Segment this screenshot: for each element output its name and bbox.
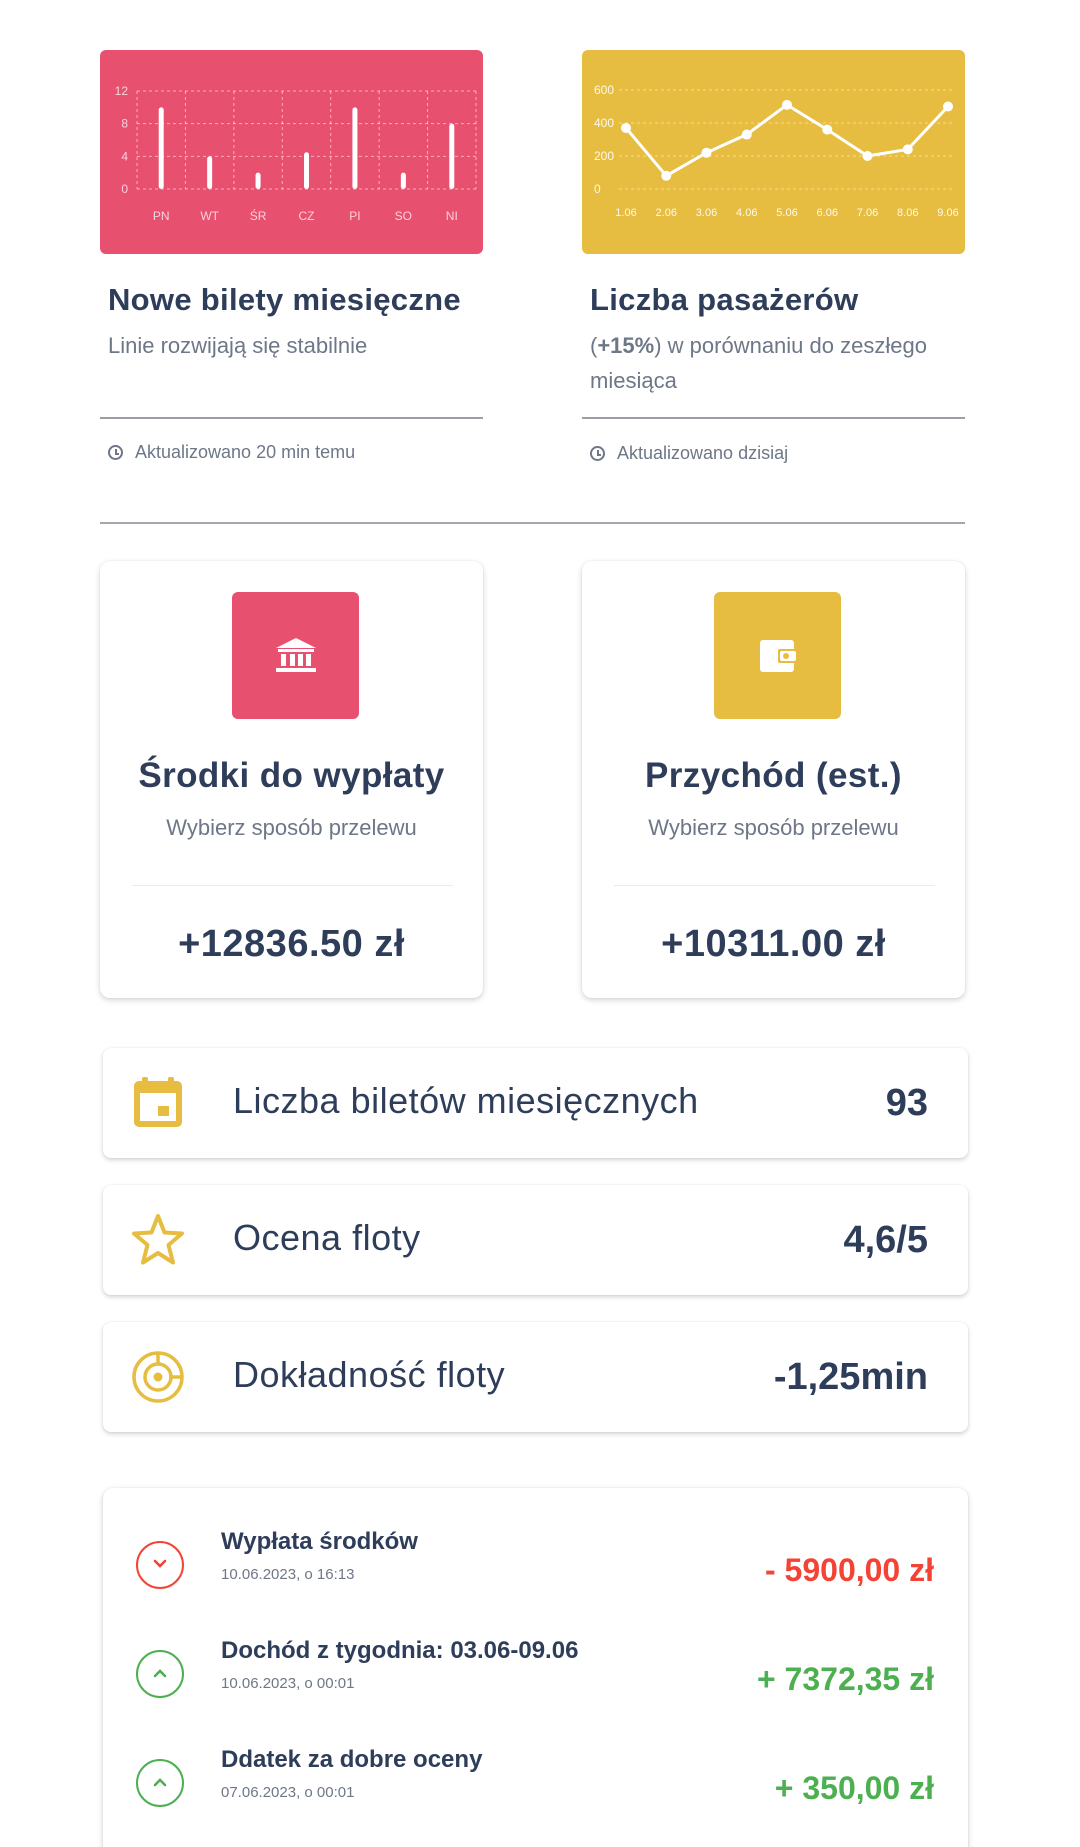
bar: [207, 156, 213, 189]
transaction-title: Dochód z tygodnia: 03.06-09.06: [221, 1637, 579, 1664]
x-tick-label: 9.06: [937, 207, 958, 219]
data-point: [943, 101, 953, 112]
x-tick-label: PN: [153, 209, 170, 223]
divider: [132, 885, 453, 886]
bar: [158, 107, 164, 189]
bar: [304, 152, 309, 189]
monthly-tickets-subtitle: Linie rozwijają się stabilnie: [108, 333, 368, 358]
passengers-updated: Aktualizowano dzisiaj: [590, 443, 788, 464]
subtitle-percent: +15%: [597, 333, 655, 358]
stat-value: +10311.00 zł: [661, 923, 886, 965]
y-tick-label: 600: [594, 83, 614, 97]
divider: [614, 885, 935, 886]
passengers-subtitle: (+15%) w porównaniu do zeszłego miesiąca: [590, 328, 980, 398]
y-tick-label: 200: [594, 149, 614, 163]
metric-label: Liczba biletów miesięcznych: [233, 1080, 699, 1121]
x-tick-label: 3.06: [696, 207, 717, 219]
metric-value: -1,25min: [773, 1356, 928, 1398]
updated-text: Aktualizowano dzisiaj: [617, 443, 789, 463]
transaction-row[interactable]: Wypłata środków 10.06.2023, o 16:13 - 59…: [103, 1528, 968, 1608]
metric-value: 4,6/5: [843, 1219, 928, 1261]
bank-icon: [232, 592, 359, 719]
section-divider: [100, 522, 965, 524]
bar: [352, 107, 358, 189]
x-tick-label: 8.06: [897, 207, 918, 219]
bar: [400, 172, 406, 189]
transaction-row[interactable]: Dochód z tygodnia: 03.06-09.06 10.06.202…: [103, 1637, 968, 1717]
transactions-card: Wypłata środków 10.06.2023, o 16:13 - 59…: [103, 1488, 968, 1847]
metric-fleet-rating[interactable]: Ocena floty 4,6/5: [103, 1185, 968, 1295]
x-tick-label: 7.06: [857, 207, 878, 219]
data-point: [782, 99, 792, 110]
updated-text: Aktualizowano 20 min temu: [135, 442, 356, 462]
x-tick-label: 1.06: [615, 207, 636, 219]
metric-label: Dokładność floty: [233, 1354, 506, 1395]
x-tick-label: SO: [395, 209, 412, 223]
metric-value: 93: [885, 1082, 928, 1124]
data-point: [661, 170, 672, 181]
bar: [255, 172, 261, 189]
transaction-amount: - 5900,00 zł: [765, 1552, 934, 1588]
data-point: [902, 144, 913, 155]
x-tick-label: CZ: [299, 209, 315, 223]
chevron-down-icon: [136, 1541, 184, 1589]
x-tick-label: 4.06: [736, 207, 757, 219]
transaction-date: 10.06.2023, o 16:13: [221, 1566, 355, 1583]
bar: [449, 123, 455, 189]
y-tick-label: 12: [115, 84, 129, 98]
data-point: [741, 129, 752, 140]
data-point: [621, 122, 631, 133]
transaction-title: Wypłata środków: [221, 1528, 418, 1555]
passengers-title: Liczba pasażerów: [590, 282, 859, 317]
metric-label: Ocena floty: [233, 1217, 421, 1258]
target-icon: [132, 1351, 184, 1403]
chevron-up-icon: [136, 1650, 184, 1698]
stat-subtitle: Wybierz sposób przelewu: [648, 815, 899, 840]
x-tick-label: ŚR: [250, 208, 267, 223]
line-chart-svg: 0 200 400 600 1.06 2.06 3.06 4.06 5.06 6.06 7.06 8.…: [594, 83, 959, 219]
clock-icon: [590, 446, 605, 461]
monthly-tickets-updated: Aktualizowano 20 min temu: [108, 442, 355, 463]
stat-value: +12836.50 zł: [178, 923, 405, 965]
y-tick-label: 0: [121, 182, 128, 196]
x-tick-label: PI: [349, 209, 360, 223]
divider: [582, 417, 965, 419]
data-point: [822, 124, 833, 135]
metric-monthly-tickets[interactable]: Liczba biletów miesięcznych 93: [103, 1048, 968, 1158]
transaction-row[interactable]: Ddatek za dobre oceny 07.06.2023, o 00:0…: [103, 1746, 968, 1826]
x-tick-label: WT: [200, 209, 219, 223]
payout-funds-card[interactable]: Środki do wypłaty Wybierz sposób przelew…: [100, 561, 483, 998]
data-point: [701, 147, 712, 158]
x-tick-label: 2.06: [656, 207, 677, 219]
stat-title: Przychód (est.): [645, 756, 902, 795]
transaction-date: 07.06.2023, o 00:01: [221, 1784, 355, 1801]
transaction-amount: + 7372,35 zł: [756, 1661, 934, 1697]
y-tick-label: 400: [594, 116, 614, 130]
divider: [100, 417, 483, 419]
stat-title: Środki do wypłaty: [138, 756, 445, 795]
bar-chart-svg: 0 4 8 12 PN WT ŚR CZ PI SO NI: [115, 84, 477, 223]
y-tick-label: 8: [121, 117, 128, 131]
passengers-chart: 0 200 400 600 1.06 2.06 3.06 4.06 5.06 6.06 7.06 8.…: [582, 50, 965, 254]
calendar-icon: [134, 1077, 182, 1127]
wallet-icon: [714, 592, 841, 719]
y-tick-label: 4: [121, 149, 128, 163]
chevron-up-icon: [136, 1759, 184, 1807]
series-line: [624, 103, 950, 178]
x-tick-label: 6.06: [817, 207, 838, 219]
revenue-card[interactable]: Przychód (est.) Wybierz sposób przelewu …: [582, 561, 965, 998]
transaction-amount: + 350,00 zł: [774, 1770, 934, 1806]
stat-subtitle: Wybierz sposób przelewu: [166, 815, 417, 840]
data-point: [862, 151, 873, 161]
monthly-tickets-chart: 0 4 8 12 PN WT ŚR CZ PI SO NI: [100, 50, 483, 254]
x-tick-label: NI: [446, 209, 458, 223]
monthly-tickets-title: Nowe bilety miesięczne: [108, 282, 461, 317]
transaction-date: 10.06.2023, o 00:01: [221, 1675, 355, 1692]
clock-icon: [108, 445, 123, 460]
y-tick-label: 0: [594, 182, 601, 196]
metric-fleet-accuracy[interactable]: Dokładność floty -1,25min: [103, 1322, 968, 1432]
star-icon: [132, 1214, 184, 1265]
transaction-title: Ddatek za dobre oceny: [221, 1746, 483, 1773]
x-tick-label: 5.06: [776, 207, 797, 219]
